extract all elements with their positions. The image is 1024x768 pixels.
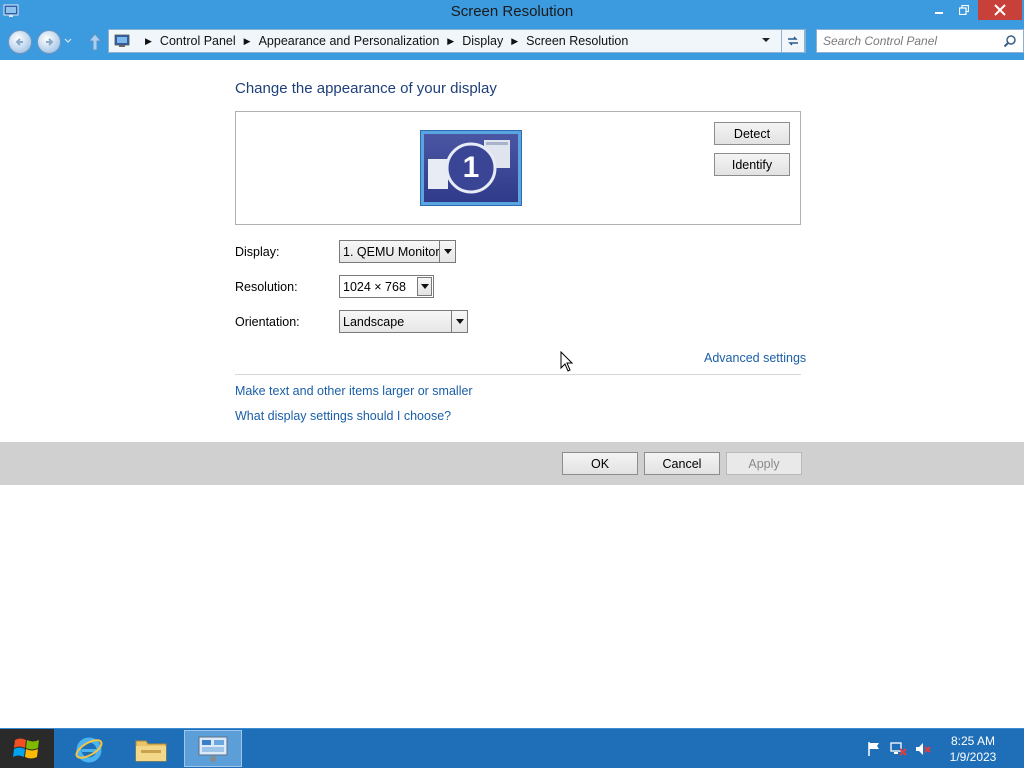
windows-logo-icon bbox=[13, 738, 39, 759]
breadcrumb-screen-resolution[interactable]: Screen Resolution bbox=[526, 34, 628, 48]
refresh-icon bbox=[788, 36, 798, 46]
breadcrumb-separator-icon[interactable]: ▶ bbox=[511, 36, 518, 47]
ok-button[interactable]: OK bbox=[562, 452, 638, 475]
chevron-down-icon bbox=[439, 241, 455, 262]
restore-button[interactable] bbox=[952, 0, 976, 20]
monitor-1-tile[interactable]: 1 bbox=[420, 130, 522, 206]
file-explorer-icon bbox=[135, 740, 167, 761]
identify-button[interactable]: Identify bbox=[714, 153, 790, 176]
action-center-flag-icon[interactable] bbox=[865, 740, 883, 758]
advanced-settings-link[interactable]: Advanced settings bbox=[704, 351, 806, 365]
search-input[interactable] bbox=[823, 33, 998, 49]
breadcrumb: ▶ Control Panel ▶ Appearance and Persona… bbox=[137, 34, 628, 48]
chevron-down-icon bbox=[451, 311, 467, 332]
resolution-select-value: 1024 × 768 bbox=[343, 279, 406, 294]
breadcrumb-separator-icon[interactable]: ▶ bbox=[244, 36, 251, 47]
cancel-button[interactable]: Cancel bbox=[644, 452, 720, 475]
minimize-icon bbox=[935, 12, 943, 14]
clock-time: 8:25 AM bbox=[950, 734, 996, 748]
internet-explorer-icon bbox=[75, 737, 103, 762]
arrow-right-icon bbox=[46, 38, 54, 46]
taskbar: 8:25 AM 1/9/2023 bbox=[0, 728, 1024, 768]
breadcrumb-control-panel[interactable]: Control Panel bbox=[160, 34, 236, 48]
mouse-cursor-icon bbox=[560, 351, 574, 372]
window-title: Screen Resolution bbox=[450, 3, 574, 20]
back-button[interactable] bbox=[8, 30, 32, 54]
navigation-bar: ▶ Control Panel ▶ Appearance and Persona… bbox=[0, 24, 1024, 60]
address-bar[interactable]: ▶ Control Panel ▶ Appearance and Persona… bbox=[108, 29, 806, 53]
address-history-chevron-icon[interactable] bbox=[761, 36, 771, 44]
internet-explorer-taskbar-button[interactable] bbox=[60, 730, 118, 767]
title-bar: Screen Resolution bbox=[0, 0, 1024, 24]
monitor-screen: 1 bbox=[424, 134, 518, 202]
arrow-left-icon bbox=[15, 38, 23, 46]
search-icon[interactable] bbox=[1003, 34, 1017, 48]
page-title: Change the appearance of your display bbox=[235, 80, 497, 97]
restore-icon bbox=[959, 5, 969, 15]
monitor-number: 1 bbox=[462, 151, 480, 184]
system-clock[interactable]: 8:25 AM 1/9/2023 bbox=[940, 733, 1006, 765]
display-arrangement-area: 1 Detect Identify bbox=[235, 111, 801, 225]
display-help-link[interactable]: What display settings should I choose? bbox=[235, 409, 451, 423]
content-pane: Change the appearance of your display 1 … bbox=[0, 60, 1024, 442]
breadcrumb-separator-icon[interactable]: ▶ bbox=[447, 36, 454, 47]
apply-button: Apply bbox=[726, 452, 802, 475]
display-select[interactable]: 1. QEMU Monitor bbox=[339, 240, 456, 263]
breadcrumb-display[interactable]: Display bbox=[462, 34, 503, 48]
orientation-select-value: Landscape bbox=[343, 314, 405, 329]
orientation-label: Orientation: bbox=[235, 315, 300, 329]
orientation-select[interactable]: Landscape bbox=[339, 310, 468, 333]
volume-muted-icon[interactable] bbox=[915, 740, 933, 758]
control-panel-icon bbox=[198, 736, 228, 762]
resolution-select[interactable]: 1024 × 768 bbox=[339, 275, 434, 298]
text-size-link[interactable]: Make text and other items larger or smal… bbox=[235, 384, 473, 398]
dialog-button-bar: OK Cancel Apply bbox=[0, 442, 1024, 485]
breadcrumb-appearance[interactable]: Appearance and Personalization bbox=[259, 34, 440, 48]
display-label: Display: bbox=[235, 245, 280, 259]
forward-button[interactable] bbox=[37, 30, 61, 54]
start-button[interactable] bbox=[0, 729, 54, 768]
breadcrumb-separator-icon[interactable]: ▶ bbox=[145, 36, 152, 47]
network-icon[interactable] bbox=[890, 740, 908, 758]
clock-date: 1/9/2023 bbox=[949, 750, 997, 764]
control-panel-taskbar-button[interactable] bbox=[184, 730, 242, 767]
close-icon bbox=[994, 4, 1006, 16]
close-button[interactable] bbox=[978, 0, 1022, 20]
recent-locations-chevron-icon[interactable] bbox=[64, 38, 72, 44]
detect-button[interactable]: Detect bbox=[714, 122, 790, 145]
file-explorer-taskbar-button[interactable] bbox=[122, 730, 180, 767]
display-select-value: 1. QEMU Monitor bbox=[343, 244, 440, 259]
resolution-label: Resolution: bbox=[235, 280, 298, 294]
minimize-button[interactable] bbox=[926, 0, 952, 20]
chevron-down-icon bbox=[417, 277, 432, 296]
search-box[interactable] bbox=[816, 29, 1024, 53]
divider bbox=[235, 374, 801, 375]
refresh-button[interactable] bbox=[781, 29, 805, 53]
control-panel-icon bbox=[114, 34, 130, 47]
up-arrow-icon[interactable] bbox=[86, 32, 104, 52]
